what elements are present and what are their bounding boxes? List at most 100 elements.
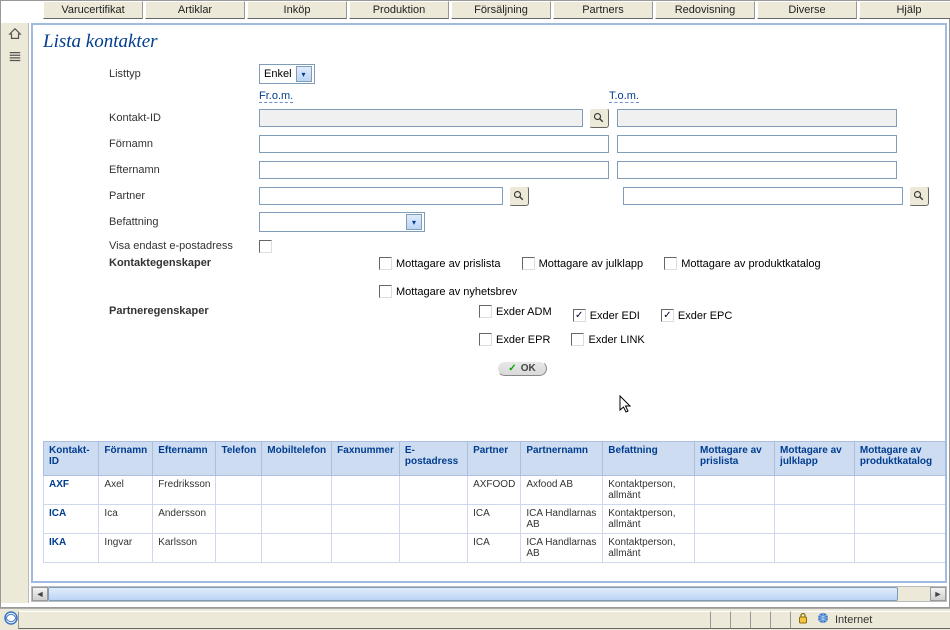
- tab-varucertifikat[interactable]: Varucertifikat: [43, 1, 143, 19]
- kontaktid-from-input[interactable]: [259, 109, 583, 127]
- partner-to-input[interactable]: [623, 187, 903, 205]
- chk-mottagare-nyhetsbrev[interactable]: Mottagare av nyhetsbrev: [379, 285, 517, 298]
- tab-produktion[interactable]: Produktion: [349, 1, 449, 19]
- partner-from-input[interactable]: [259, 187, 503, 205]
- cell: [332, 534, 400, 563]
- th-fornamn[interactable]: Förnamn: [99, 442, 153, 476]
- from-label: Fr.o.m.: [259, 90, 293, 103]
- fornamn-label: Förnamn: [109, 138, 259, 150]
- scroll-right-button[interactable]: ►: [930, 587, 946, 601]
- befattning-select[interactable]: ▾: [259, 212, 425, 232]
- th-befattning[interactable]: Befattning: [603, 442, 695, 476]
- status-seg: [750, 611, 770, 629]
- home-icon[interactable]: [8, 27, 22, 44]
- cell: [775, 534, 855, 563]
- cell: Kontaktperson, allmänt: [603, 534, 695, 563]
- status-seg: [770, 611, 790, 629]
- th-telefon[interactable]: Telefon: [216, 442, 262, 476]
- status-bar: Internet: [0, 608, 950, 630]
- listtyp-select[interactable]: Enkel ▾: [259, 64, 315, 84]
- to-label: T.o.m.: [609, 90, 639, 103]
- cell: [399, 534, 467, 563]
- ie-logo-icon: [0, 611, 18, 628]
- th-mott-produkt[interactable]: Mottagare av produktkatalog: [854, 442, 945, 476]
- cell: [854, 534, 945, 563]
- tab-redovisning[interactable]: Redovisning: [655, 1, 755, 19]
- chk-exder-link[interactable]: Exder LINK: [571, 333, 644, 346]
- kontaktid-to-input[interactable]: [617, 109, 897, 127]
- tab-diverse[interactable]: Diverse: [757, 1, 857, 19]
- horizontal-scrollbar[interactable]: ◄ ►: [31, 586, 947, 602]
- cell: [262, 505, 332, 534]
- visa-epost-label: Visa endast e-postadress: [109, 240, 259, 252]
- kontaktid-link[interactable]: ICA: [44, 505, 99, 534]
- cell: [216, 476, 262, 505]
- tab-partners[interactable]: Partners: [553, 1, 653, 19]
- efternamn-from-input[interactable]: [259, 161, 609, 179]
- results-grid-wrap: Kontakt-ID Förnamn Efternamn Telefon Mob…: [43, 441, 945, 581]
- ok-button[interactable]: ✓OK: [497, 361, 546, 376]
- th-mott-prislista[interactable]: Mottagare av prislista: [695, 442, 775, 476]
- status-seg: [710, 611, 730, 629]
- th-epost[interactable]: E-postadress: [399, 442, 467, 476]
- chk-exder-adm[interactable]: Exder ADM: [479, 305, 552, 318]
- chevron-down-icon[interactable]: ▾: [406, 214, 422, 230]
- tab-inkop[interactable]: Inköp: [247, 1, 347, 19]
- chk-mottagare-prislista[interactable]: Mottagare av prislista: [379, 257, 501, 270]
- partner-label: Partner: [109, 190, 259, 202]
- tab-forsaljning[interactable]: Försäljning: [451, 1, 551, 19]
- cell: Ingvar: [99, 534, 153, 563]
- status-zone: Internet: [790, 611, 950, 629]
- kontaktid-label: Kontakt-ID: [109, 112, 259, 124]
- th-efternamn[interactable]: Efternamn: [153, 442, 216, 476]
- tab-artiklar[interactable]: Artiklar: [145, 1, 245, 19]
- partner-to-search-icon[interactable]: [909, 186, 929, 206]
- kontaktid-from-search-icon[interactable]: [589, 108, 609, 128]
- fornamn-to-input[interactable]: [617, 135, 897, 153]
- cell: [854, 476, 945, 505]
- content-panel: Lista kontakter Listtyp Enkel ▾ Fr.o.m. …: [31, 23, 947, 583]
- cell: ICA: [468, 505, 521, 534]
- befattning-label: Befattning: [109, 216, 259, 228]
- tab-hjalp[interactable]: Hjälp: [859, 1, 950, 19]
- partner-from-search-icon[interactable]: [509, 186, 529, 206]
- chk-mottagare-produktkatalog[interactable]: Mottagare av produktkatalog: [664, 257, 820, 270]
- table-row[interactable]: AXFAxelFredrikssonAXFOODAxfood ABKontakt…: [44, 476, 946, 505]
- cell: [695, 505, 775, 534]
- efternamn-to-input[interactable]: [617, 161, 897, 179]
- status-empty-wide: [18, 611, 710, 629]
- scroll-thumb[interactable]: [48, 587, 898, 601]
- th-partner[interactable]: Partner: [468, 442, 521, 476]
- status-seg: [730, 611, 750, 629]
- visa-epost-checkbox[interactable]: [259, 240, 272, 253]
- th-kontaktid[interactable]: Kontakt-ID: [44, 442, 99, 476]
- chk-exder-edi[interactable]: ✓Exder EDI: [573, 309, 640, 322]
- fornamn-from-input[interactable]: [259, 135, 609, 153]
- scroll-track[interactable]: [48, 587, 930, 601]
- cell: Karlsson: [153, 534, 216, 563]
- cell: AXFOOD: [468, 476, 521, 505]
- cell: Axel: [99, 476, 153, 505]
- cell: Kontaktperson, allmänt: [603, 505, 695, 534]
- cell: [216, 505, 262, 534]
- cell: [399, 505, 467, 534]
- th-mott-julklapp[interactable]: Mottagare av julklapp: [775, 442, 855, 476]
- menu-bars-icon[interactable]: [8, 50, 22, 67]
- th-partnernamn[interactable]: Partnernamn: [521, 442, 603, 476]
- kontaktid-link[interactable]: IKA: [44, 534, 99, 563]
- chk-exder-epc[interactable]: ✓Exder EPC: [661, 309, 732, 322]
- listtyp-label: Listtyp: [109, 68, 259, 80]
- chk-mottagare-julklapp[interactable]: Mottagare av julklapp: [522, 257, 644, 270]
- top-tab-bar: Varucertifikat Artiklar Inköp Produktion…: [1, 1, 949, 21]
- table-row[interactable]: ICAIcaAnderssonICAICA Handlarnas ABKonta…: [44, 505, 946, 534]
- th-fax[interactable]: Faxnummer: [332, 442, 400, 476]
- table-row[interactable]: IKAIngvarKarlssonICAICA Handlarnas ABKon…: [44, 534, 946, 563]
- chevron-down-icon[interactable]: ▾: [296, 66, 312, 82]
- page-title: Lista kontakter: [33, 25, 945, 57]
- chk-exder-epr[interactable]: Exder EPR: [479, 333, 550, 346]
- cell: [775, 505, 855, 534]
- kontaktid-link[interactable]: AXF: [44, 476, 99, 505]
- scroll-left-button[interactable]: ◄: [32, 587, 48, 601]
- th-mobil[interactable]: Mobiltelefon: [262, 442, 332, 476]
- listtyp-value: Enkel: [264, 68, 292, 80]
